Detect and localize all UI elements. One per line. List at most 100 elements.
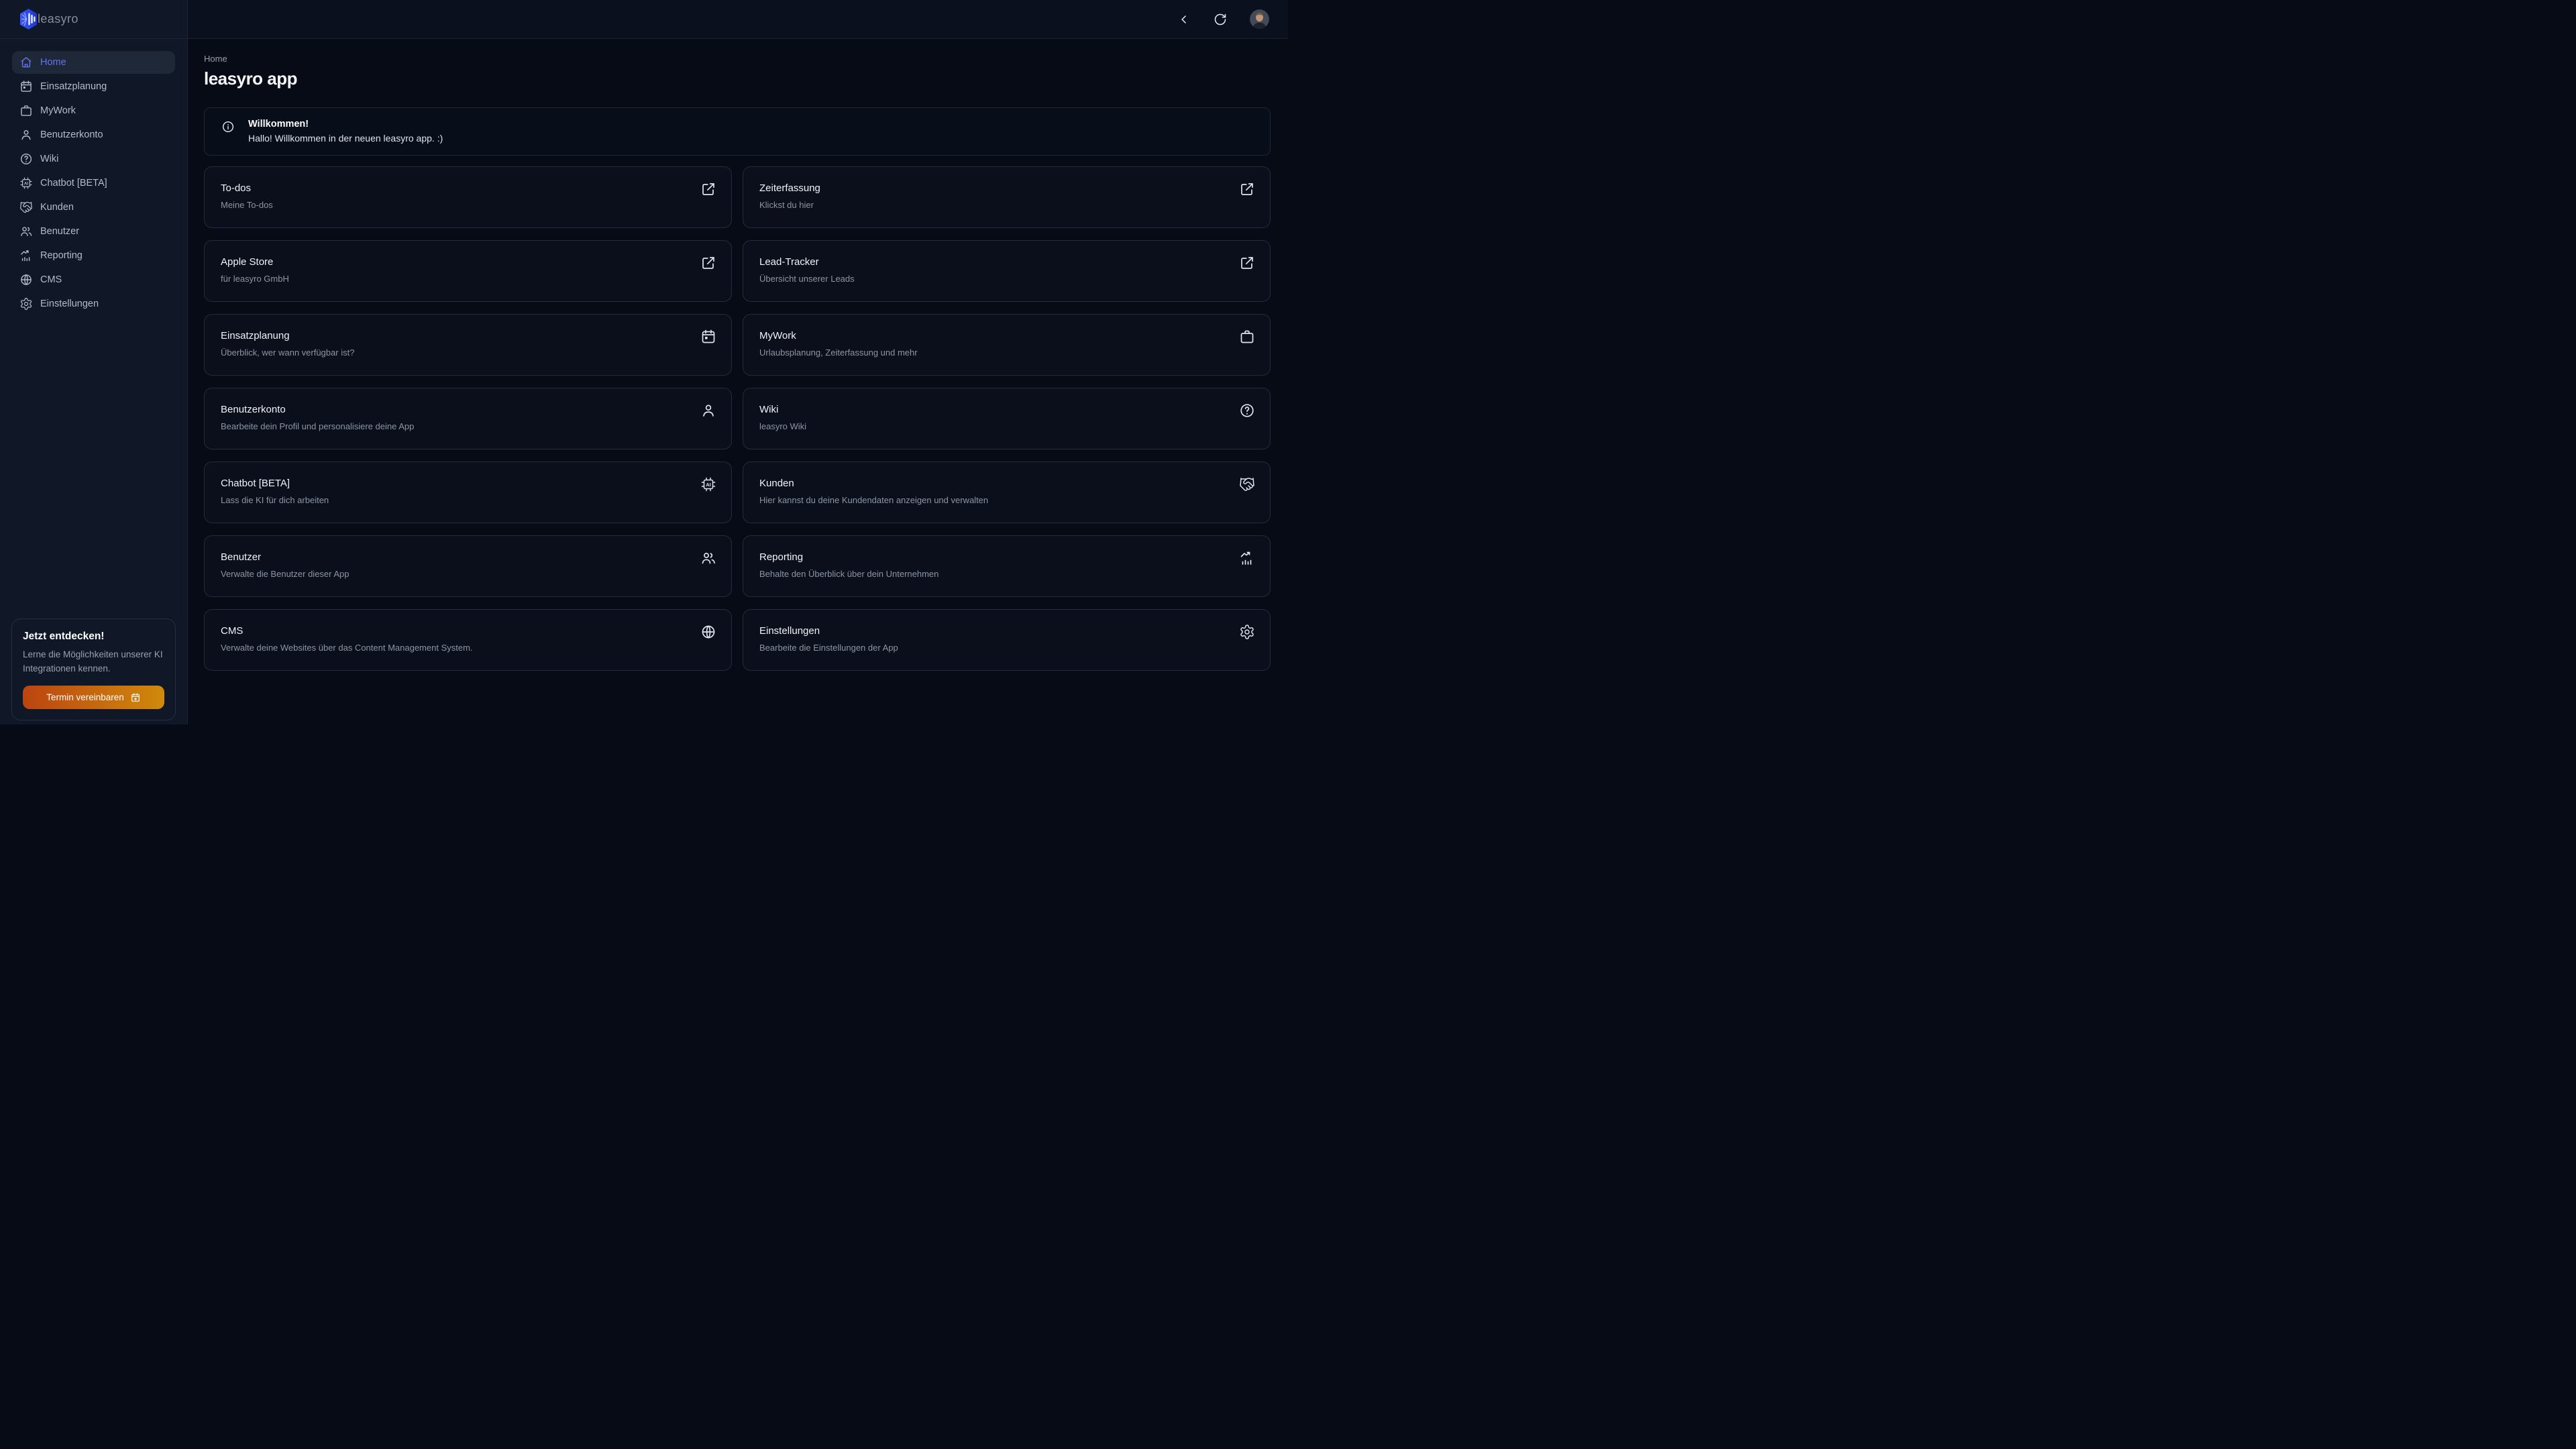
- chevron-left-icon[interactable]: [1177, 13, 1191, 26]
- logo-text: leasyro: [38, 12, 78, 26]
- breadcrumb[interactable]: Home: [204, 54, 227, 64]
- card-subtitle: Bearbeite dein Profil und personalisiere…: [221, 421, 691, 431]
- page-title: leasyro app: [204, 68, 1271, 89]
- user-icon: [700, 402, 716, 419]
- main-column: Home leasyro app Willkommen! Hallo! Will…: [188, 0, 1288, 724]
- leasyro-logo-icon: [18, 8, 39, 30]
- briefcase-icon: [19, 104, 33, 117]
- user-icon: [19, 128, 33, 142]
- sidebar-item-einsatzplanung[interactable]: Einsatzplanung: [12, 75, 175, 98]
- card-reporting[interactable]: Reporting Behalte den Überblick über dei…: [743, 535, 1271, 597]
- card-zeiterfassung[interactable]: Zeiterfassung Klickst du hier: [743, 166, 1271, 228]
- banner-text: Willkommen! Hallo! Willkommen in der neu…: [248, 119, 443, 144]
- card-lead-tracker[interactable]: Lead-Tracker Übersicht unserer Leads: [743, 240, 1271, 302]
- sidebar-item-label: Einstellungen: [40, 299, 99, 309]
- sidebar-item-cms[interactable]: CMS: [12, 268, 175, 291]
- card-benutzerkonto[interactable]: Benutzerkonto Bearbeite dein Profil und …: [204, 388, 732, 449]
- sidebar-item-label: Home: [40, 57, 66, 68]
- card-chatbot[interactable]: Chatbot [BETA] Lass die KI für dich arbe…: [204, 462, 732, 523]
- sidebar-item-label: Kunden: [40, 202, 74, 213]
- banner-title: Willkommen!: [248, 119, 443, 129]
- svg-text:AI: AI: [24, 181, 29, 186]
- sidebar-item-mywork[interactable]: MyWork: [12, 99, 175, 122]
- card-subtitle: Übersicht unserer Leads: [759, 274, 1230, 284]
- help-icon: [1239, 402, 1255, 419]
- card-title: Apple Store: [221, 256, 691, 268]
- info-icon: [221, 120, 235, 133]
- card-mywork[interactable]: MyWork Urlaubsplanung, Zeiterfassung und…: [743, 314, 1271, 376]
- sidebar-item-label: Benutzerkonto: [40, 129, 103, 140]
- card-title: CMS: [221, 625, 691, 637]
- card-subtitle: Klickst du hier: [759, 200, 1230, 210]
- card-cms[interactable]: CMS Verwalte deine Websites über das Con…: [204, 609, 732, 671]
- card-subtitle: Verwalte deine Websites über das Content…: [221, 643, 691, 653]
- sidebar-item-label: Reporting: [40, 250, 83, 261]
- sidebar-item-chatbot[interactable]: AI Chatbot [BETA]: [12, 172, 175, 195]
- card-title: Kunden: [759, 478, 1230, 489]
- card-title: Lead-Tracker: [759, 256, 1230, 268]
- card-subtitle: Lass die KI für dich arbeiten: [221, 495, 691, 505]
- users-icon: [19, 225, 33, 238]
- chart-icon: [1239, 550, 1255, 566]
- topbar: [188, 0, 1288, 39]
- card-subtitle: Meine To-dos: [221, 200, 691, 210]
- sidebar-item-label: Chatbot [BETA]: [40, 178, 107, 189]
- sidebar-item-label: CMS: [40, 274, 62, 285]
- card-subtitle: Hier kannst du deine Kundendaten anzeige…: [759, 495, 1230, 505]
- card-subtitle: leasyro Wiki: [759, 421, 1230, 431]
- card-subtitle: Urlaubsplanung, Zeiterfassung und mehr: [759, 347, 1230, 358]
- card-apple-store[interactable]: Apple Store für leasyro GmbH: [204, 240, 732, 302]
- sidebar-item-label: Einsatzplanung: [40, 81, 107, 92]
- help-icon: [19, 152, 33, 166]
- sidebar-item-home[interactable]: Home: [12, 51, 175, 74]
- card-todos[interactable]: To-dos Meine To-dos: [204, 166, 732, 228]
- sidebar-item-reporting[interactable]: Reporting: [12, 244, 175, 267]
- globe-icon: [700, 624, 716, 640]
- page-content: Home leasyro app Willkommen! Hallo! Will…: [188, 39, 1288, 724]
- card-title: Benutzer: [221, 551, 691, 563]
- banner-message: Hallo! Willkommen in der neuen leasyro a…: [248, 133, 443, 144]
- chart-icon: [19, 249, 33, 262]
- sidebar-item-benutzer[interactable]: Benutzer: [12, 220, 175, 243]
- card-title: Chatbot [BETA]: [221, 478, 691, 489]
- book-appointment-button[interactable]: Termin vereinbaren: [23, 686, 164, 709]
- sidebar-item-benutzerkonto[interactable]: Benutzerkonto: [12, 123, 175, 146]
- handshake-icon: [1239, 476, 1255, 492]
- users-icon: [700, 550, 716, 566]
- card-title: To-dos: [221, 182, 691, 194]
- promo-title: Jetzt entdecken!: [23, 631, 164, 643]
- leasyro-app-window: leasyro Home Einsatzplanung MyWork Benut…: [0, 0, 1288, 724]
- svg-text:AI: AI: [706, 482, 711, 488]
- sidebar: leasyro Home Einsatzplanung MyWork Benut…: [0, 0, 188, 724]
- card-einsatzplanung[interactable]: Einsatzplanung Überblick, wer wann verfü…: [204, 314, 732, 376]
- welcome-banner: Willkommen! Hallo! Willkommen in der neu…: [204, 107, 1271, 156]
- handshake-icon: [19, 201, 33, 214]
- card-title: Wiki: [759, 404, 1230, 415]
- avatar[interactable]: [1250, 9, 1269, 29]
- ai-chip-icon: AI: [19, 176, 33, 190]
- sidebar-logo[interactable]: leasyro: [0, 0, 187, 39]
- sidebar-item-wiki[interactable]: Wiki: [12, 148, 175, 170]
- sidebar-item-label: Benutzer: [40, 226, 79, 237]
- external-link-icon: [700, 255, 716, 271]
- book-appointment-label: Termin vereinbaren: [46, 692, 124, 702]
- sidebar-item-label: MyWork: [40, 105, 76, 116]
- calendar-icon: [19, 80, 33, 93]
- card-title: Reporting: [759, 551, 1230, 563]
- card-title: Benutzerkonto: [221, 404, 691, 415]
- sidebar-nav: Home Einsatzplanung MyWork Benutzerkonto…: [0, 39, 187, 619]
- sidebar-item-einstellungen[interactable]: Einstellungen: [12, 292, 175, 315]
- card-einstellungen[interactable]: Einstellungen Bearbeite die Einstellunge…: [743, 609, 1271, 671]
- promo-body: Lerne die Möglichkeiten unserer KI Integ…: [23, 648, 164, 676]
- sidebar-item-kunden[interactable]: Kunden: [12, 196, 175, 219]
- card-title: Einsatzplanung: [221, 330, 691, 341]
- card-subtitle: für leasyro GmbH: [221, 274, 691, 284]
- sidebar-item-label: Wiki: [40, 154, 58, 164]
- card-kunden[interactable]: Kunden Hier kannst du deine Kundendaten …: [743, 462, 1271, 523]
- home-icon: [19, 56, 33, 69]
- card-benutzer[interactable]: Benutzer Verwalte die Benutzer dieser Ap…: [204, 535, 732, 597]
- refresh-icon[interactable]: [1214, 13, 1227, 26]
- card-wiki[interactable]: Wiki leasyro Wiki: [743, 388, 1271, 449]
- card-subtitle: Behalte den Überblick über dein Unterneh…: [759, 569, 1230, 579]
- card-title: Einstellungen: [759, 625, 1230, 637]
